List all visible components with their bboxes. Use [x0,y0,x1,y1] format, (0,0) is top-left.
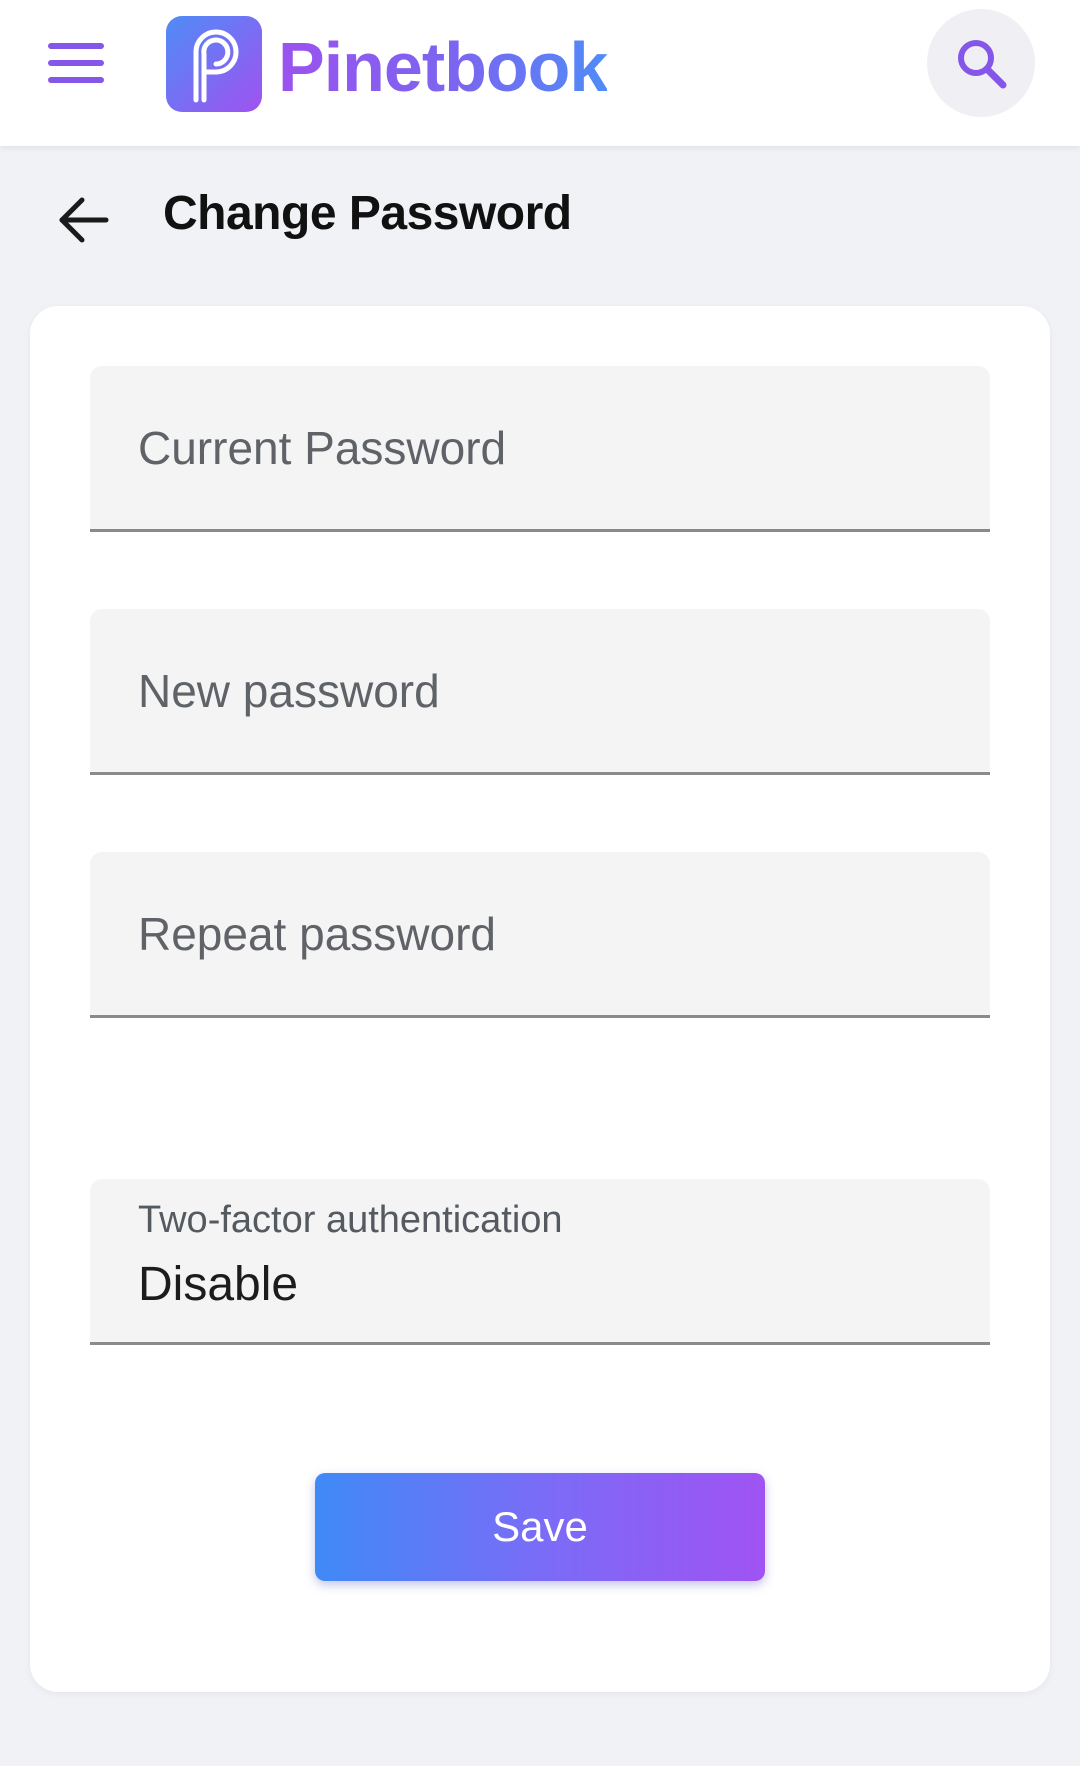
repeat-password-input[interactable] [90,852,990,1015]
new-password-field[interactable] [90,609,990,775]
page-title: Change Password [163,187,572,240]
repeat-password-field[interactable] [90,852,990,1018]
current-password-field[interactable] [90,366,990,532]
two-factor-label: Two-factor authentication [138,1199,563,1241]
menu-line [48,77,104,83]
new-password-input[interactable] [90,609,990,772]
two-factor-select[interactable]: Two-factor authentication Disable [90,1179,990,1345]
save-button[interactable]: Save [315,1473,765,1581]
search-icon [958,40,1007,89]
top-app-bar: Pinetbook [0,0,1080,146]
search-button[interactable] [927,9,1035,117]
arrow-left-icon [59,197,109,243]
two-factor-value: Disable [138,1258,299,1311]
change-password-card: Two-factor authentication Disable Save [30,306,1050,1692]
pinetbook-logo-icon[interactable] [166,16,262,112]
back-button[interactable] [54,190,114,250]
menu-line [48,60,104,66]
brand-name[interactable]: Pinetbook [278,22,608,112]
page-header: Change Password [0,146,1080,306]
current-password-input[interactable] [90,366,990,529]
menu-line [48,43,104,49]
hamburger-menu-icon[interactable] [48,36,114,90]
